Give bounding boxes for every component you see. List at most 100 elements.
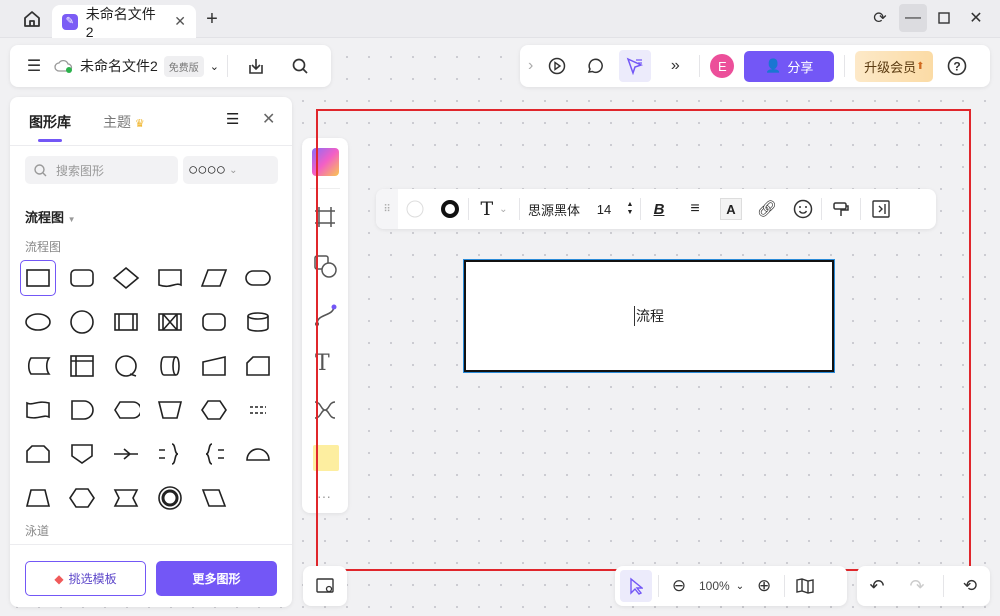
more-shapes-button[interactable]: 更多图形 <box>156 561 277 596</box>
zoom-in-icon[interactable]: ⊕ <box>750 572 778 600</box>
search-input[interactable]: 搜索图形 <box>25 156 178 184</box>
collapse-icon[interactable]: ☰ <box>226 110 239 128</box>
minimize-button[interactable]: — <box>899 4 927 32</box>
shape-parallelogram[interactable] <box>196 480 232 516</box>
shape-text[interactable]: 流程 <box>634 306 664 326</box>
shape-step[interactable] <box>108 480 144 516</box>
shape-parallel-mode[interactable] <box>152 304 188 340</box>
comment-icon[interactable] <box>581 52 609 80</box>
font-family-select[interactable]: 思源黑体 <box>520 189 588 229</box>
select-tool-icon[interactable] <box>620 570 652 602</box>
zoom-level[interactable]: 100% <box>699 579 730 593</box>
collapse-toolbar-icon[interactable] <box>861 189 901 229</box>
new-tab-button[interactable]: + <box>198 5 226 33</box>
minimap-button[interactable] <box>303 566 347 606</box>
present-icon[interactable] <box>543 52 571 80</box>
redo-icon[interactable]: ↷ <box>903 572 931 600</box>
shape-alternate-process[interactable] <box>196 304 232 340</box>
category-label: 流程图 <box>25 210 65 225</box>
process-shape[interactable]: 流程 <box>463 259 835 373</box>
shape-sequential-data[interactable] <box>108 348 144 384</box>
shape-internal-storage[interactable] <box>64 348 100 384</box>
font-size-input[interactable]: 14 <box>588 189 620 229</box>
shape-punched-tape[interactable] <box>20 392 56 428</box>
shape-predefined-process[interactable] <box>108 304 144 340</box>
format-painter-icon[interactable] <box>822 189 860 229</box>
shape-half-circle[interactable] <box>240 436 276 472</box>
shape-process[interactable] <box>20 260 56 296</box>
tab-theme[interactable]: 主题 ♛ <box>103 112 145 132</box>
home-icon[interactable] <box>18 5 46 33</box>
more-tools-icon[interactable]: » <box>661 52 689 80</box>
process-icon <box>26 269 50 287</box>
shape-loop-limit[interactable] <box>20 436 56 472</box>
format-toolbar: ⠿ T ⌄ 思源黑体 14 ▲ ▼ B ≡ A 🔗︎ <box>376 189 936 229</box>
shape-terminator[interactable] <box>240 260 276 296</box>
shape-circle[interactable] <box>64 304 100 340</box>
shape-preparation[interactable] <box>196 392 232 428</box>
border-color-icon[interactable] <box>432 189 468 229</box>
link-icon[interactable]: 🔗︎ <box>749 189 785 229</box>
align-center-icon[interactable]: ≡ <box>677 189 713 229</box>
emoji-icon[interactable] <box>785 189 821 229</box>
shape-card[interactable] <box>240 348 276 384</box>
template-button[interactable]: ◆ 挑选模板 <box>25 561 146 596</box>
close-panel-icon[interactable]: ✕ <box>262 109 275 129</box>
maximize-button[interactable] <box>930 4 958 32</box>
shape-data[interactable] <box>196 260 232 296</box>
tab-document[interactable]: ✎ 未命名文件2 ✕ <box>52 5 196 40</box>
bold-icon[interactable]: B <box>641 189 677 229</box>
shape-ellipse[interactable] <box>20 304 56 340</box>
drag-handle-icon[interactable]: ⠿ <box>376 189 398 229</box>
chevron-down-icon[interactable]: ⌄ <box>736 581 744 592</box>
text-style-dropdown[interactable]: T ⌄ <box>469 189 519 229</box>
shape-brace-left[interactable] <box>196 436 232 472</box>
add-user-icon: 👤 <box>765 58 782 73</box>
shape-style-select[interactable]: ○○○○ ⌄ <box>183 156 278 184</box>
shape-trapezoid[interactable] <box>20 480 56 516</box>
shape-direct-data[interactable] <box>152 348 188 384</box>
manual-operation-icon <box>157 401 183 419</box>
shape-brace-right[interactable] <box>152 436 188 472</box>
upgrade-button[interactable]: 升级会员 ⬆ <box>855 50 934 82</box>
shape-annotation-lines[interactable] <box>240 392 276 428</box>
zoom-out-icon[interactable]: ⊖ <box>665 572 693 600</box>
shape-double-circle[interactable] <box>152 480 188 516</box>
fill-color-icon[interactable] <box>398 189 432 229</box>
tab-theme-label: 主题 <box>103 114 131 130</box>
undo-icon[interactable]: ↶ <box>863 572 891 600</box>
help-icon[interactable]: ? <box>943 52 971 80</box>
avatar[interactable]: E <box>710 54 735 78</box>
shape-off-page-connector[interactable] <box>64 436 100 472</box>
file-name[interactable]: 未命名文件2 <box>80 56 158 76</box>
laser-pointer-icon[interactable] <box>619 50 652 82</box>
book-icon[interactable] <box>791 572 819 600</box>
shape-document[interactable] <box>152 260 188 296</box>
menu-icon[interactable]: ☰ <box>20 52 48 80</box>
shape-manual-input[interactable] <box>196 348 232 384</box>
expand-icon[interactable]: › <box>528 57 533 75</box>
search-icon[interactable] <box>286 52 314 80</box>
shape-stored-data[interactable] <box>20 348 56 384</box>
shape-delay[interactable] <box>64 392 100 428</box>
category-dropdown[interactable]: 流程图 ▼ <box>25 207 76 226</box>
shape-merge-arrow[interactable] <box>108 436 144 472</box>
share-button[interactable]: 👤 分享 <box>744 50 835 82</box>
shape-rounded-rect[interactable] <box>64 260 100 296</box>
text-color-icon[interactable]: A <box>713 189 749 229</box>
history-icon[interactable]: ⟲ <box>956 572 984 600</box>
refresh-icon[interactable]: ⟳ <box>866 4 894 32</box>
close-tab-icon[interactable]: ✕ <box>174 13 186 30</box>
close-window-button[interactable]: ✕ <box>962 4 990 32</box>
parallel-mode-icon <box>158 313 182 331</box>
shape-manual-operation[interactable] <box>152 392 188 428</box>
download-icon[interactable] <box>242 52 270 80</box>
database-icon <box>247 312 269 332</box>
shape-database[interactable] <box>240 304 276 340</box>
font-size-stepper[interactable]: ▲ ▼ <box>620 189 640 229</box>
shape-hexagon[interactable] <box>64 480 100 516</box>
tab-shape-library[interactable]: 图形库 <box>29 112 71 132</box>
shape-decision[interactable] <box>108 260 144 296</box>
chevron-down-icon[interactable]: ⌄ <box>210 60 219 73</box>
shape-display[interactable] <box>108 392 144 428</box>
